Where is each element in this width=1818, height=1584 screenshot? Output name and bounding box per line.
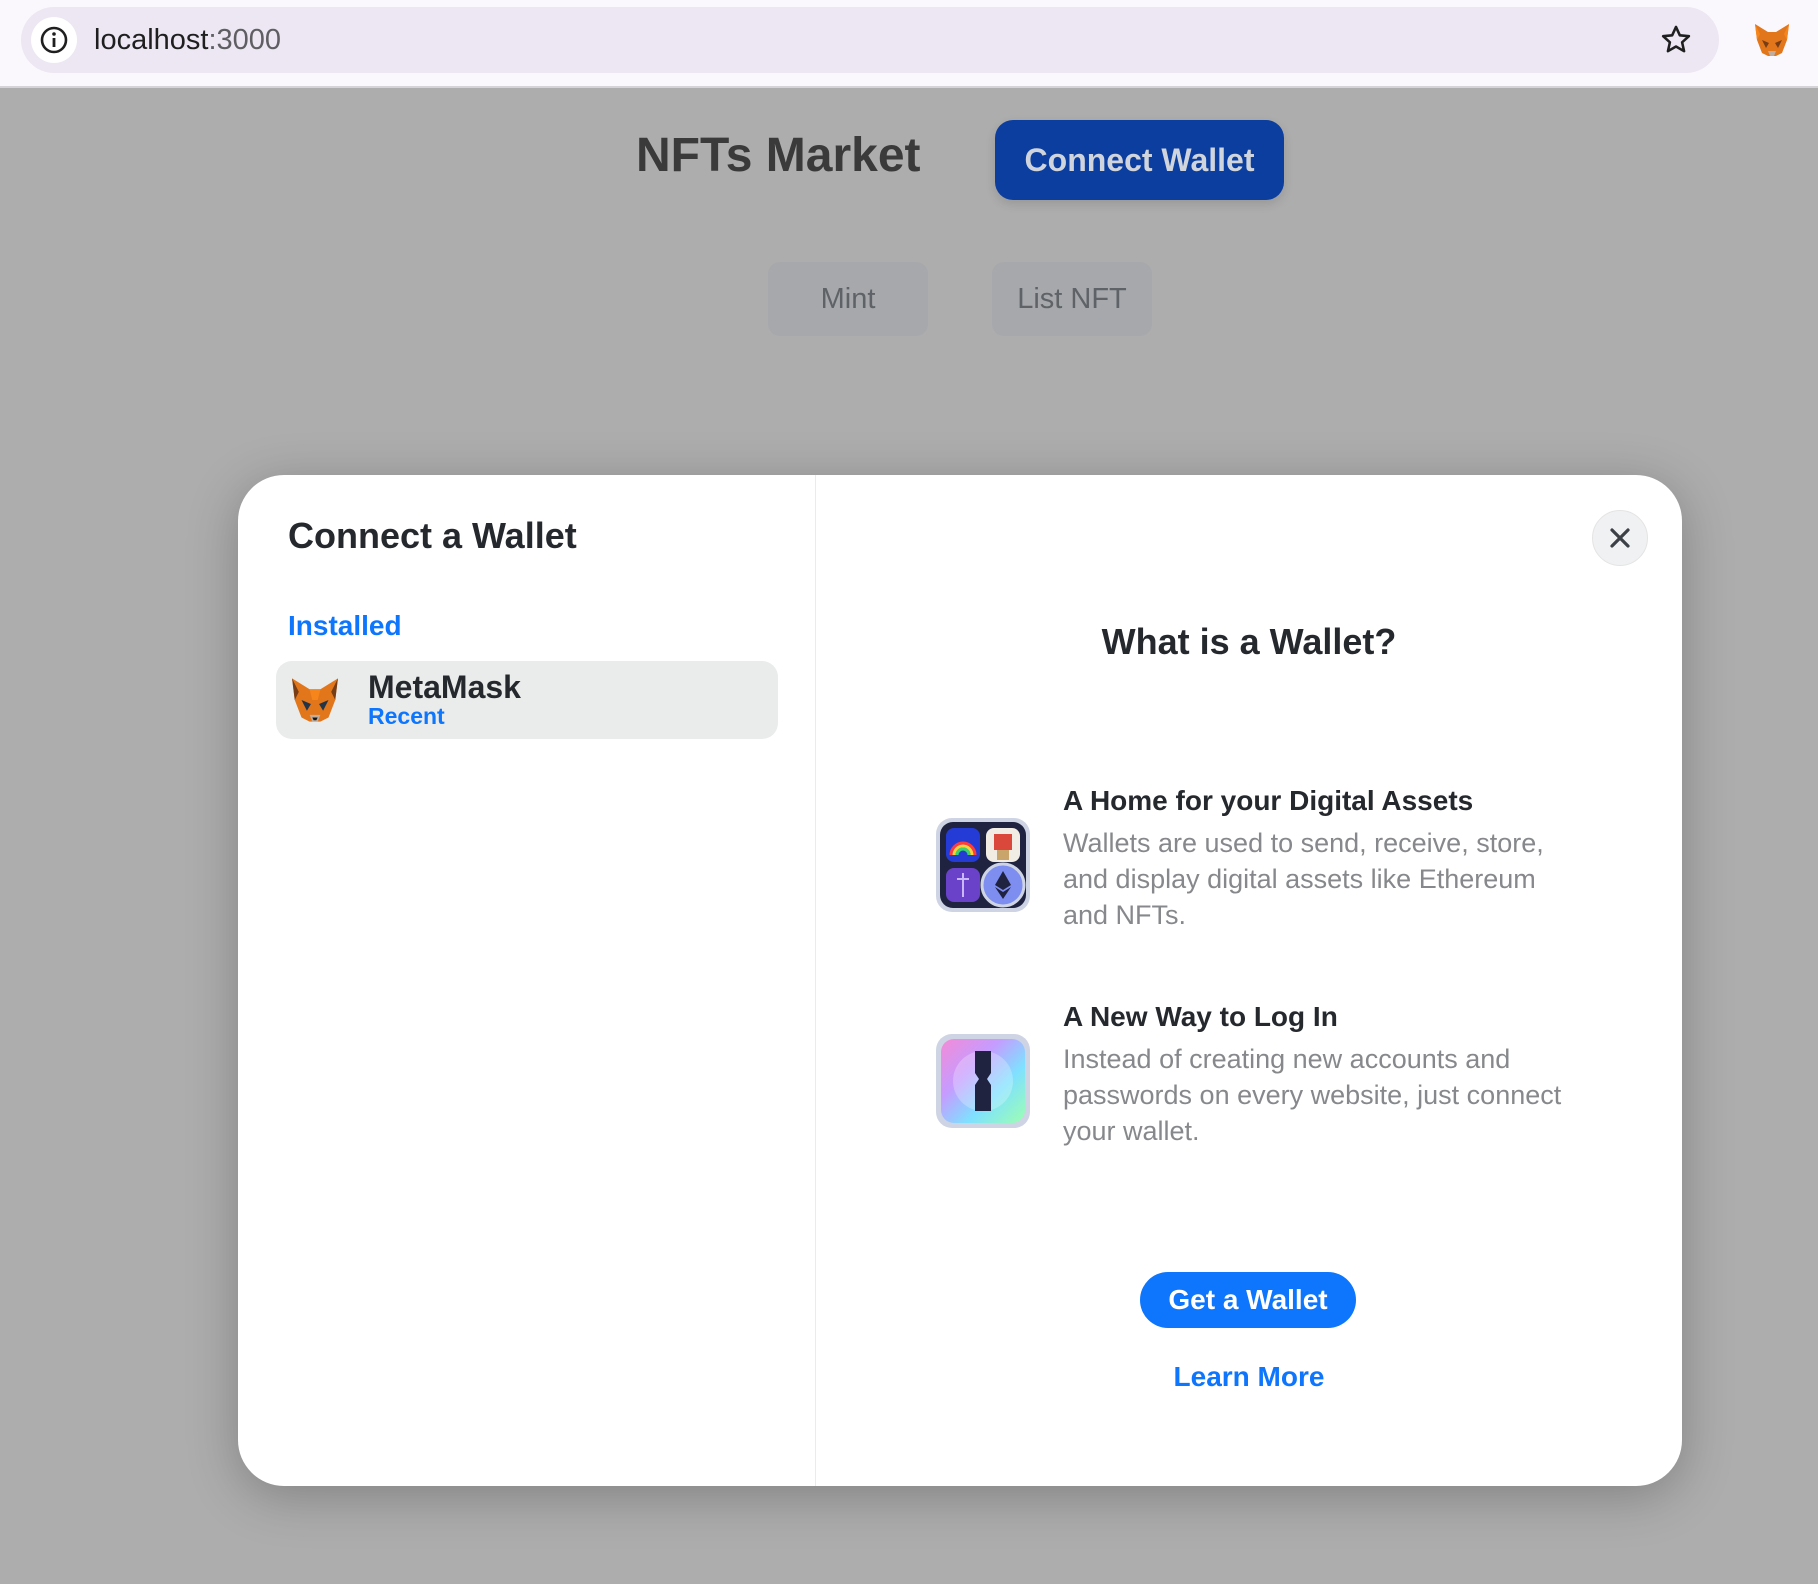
address-bar[interactable]: localhost:3000 — [21, 7, 1719, 73]
page-title: NFTs Market — [636, 129, 921, 182]
close-modal-button[interactable] — [1592, 510, 1648, 566]
wallet-recent-label: Recent — [368, 703, 445, 729]
learn-more-link[interactable]: Learn More — [816, 1361, 1682, 1393]
feature-title: A Home for your Digital Assets — [1063, 785, 1474, 816]
close-icon — [1610, 528, 1630, 548]
metamask-fox-icon — [288, 673, 342, 727]
url-text[interactable]: localhost:3000 — [94, 7, 281, 73]
get-a-wallet-button[interactable]: Get a Wallet — [1140, 1272, 1356, 1328]
mint-button[interactable]: Mint — [768, 262, 928, 336]
browser-toolbar: localhost:3000 — [0, 0, 1818, 88]
feature-title: A New Way to Log In — [1063, 1001, 1338, 1032]
site-info-icon[interactable] — [31, 17, 77, 63]
metamask-extension-icon[interactable] — [1752, 20, 1792, 60]
url-host: localhost — [94, 24, 209, 56]
url-port: :3000 — [208, 24, 282, 56]
installed-section-label: Installed — [288, 610, 402, 641]
keyhole-login-icon — [935, 1033, 1031, 1129]
wallet-option-metamask[interactable]: MetaMask Recent — [276, 661, 778, 739]
connect-wallet-modal: Connect a Wallet Installed MetaMask Rece… — [238, 475, 1682, 1486]
wallet-name: MetaMask — [368, 669, 521, 705]
connect-wallet-button[interactable]: Connect Wallet — [995, 120, 1284, 200]
what-is-wallet-title: What is a Wallet? — [1101, 621, 1397, 662]
feature-description: Wallets are used to send, receive, store… — [1063, 828, 1544, 930]
digital-assets-icon — [935, 817, 1031, 913]
list-nft-button[interactable]: List NFT — [992, 262, 1152, 336]
feature-description: Instead of creating new accounts and pas… — [1063, 1044, 1562, 1146]
bookmark-star-icon[interactable] — [1657, 21, 1695, 59]
modal-title: Connect a Wallet — [288, 515, 577, 556]
